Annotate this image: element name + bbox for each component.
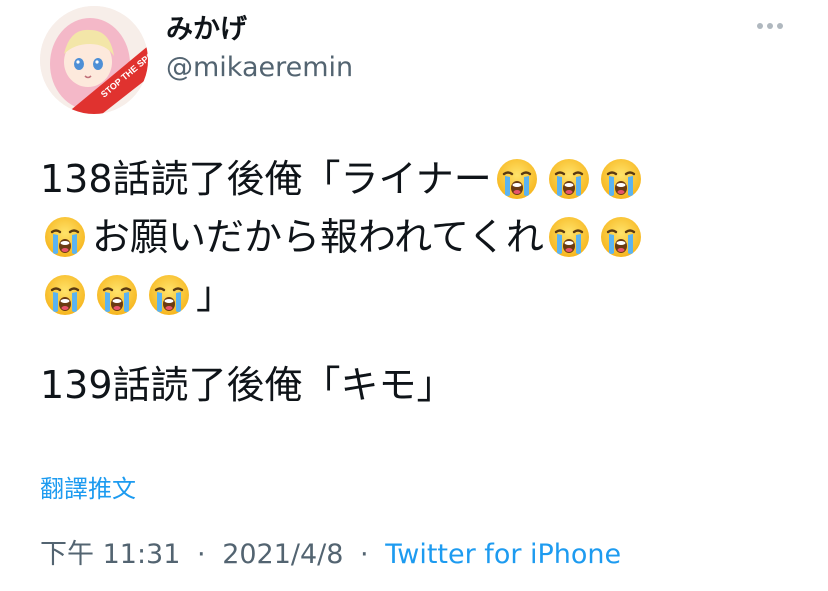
tweet-line-4: 139話読了後俺「キモ」 [40, 356, 780, 414]
avatar[interactable]: STOP THE SPOILERS [40, 6, 148, 114]
display-name[interactable]: みかげ [166, 12, 247, 48]
tweet-meta: 下午 11:31 · 2021/4/8 · Twitter for iPhone [40, 536, 621, 574]
tweet-line-2: お願いだから報われてくれ [40, 208, 780, 266]
meta-separator: · [360, 539, 369, 570]
user-handle[interactable]: @mikaeremin [166, 50, 353, 86]
tweet-date[interactable]: 2021/4/8 [222, 539, 343, 570]
tweet-line-2-text: お願いだから報われてくれ [92, 215, 544, 259]
meta-separator: · [197, 539, 206, 570]
tweet-line-1-text: 138話読了後俺「ライナー [40, 157, 492, 201]
loudly-crying-face-icon [43, 215, 87, 259]
more-dots-icon[interactable] [756, 18, 784, 34]
tweet-line-3: 」 [40, 266, 780, 324]
avatar-image: STOP THE SPOILERS [40, 6, 148, 114]
loudly-crying-face-icon [547, 215, 591, 259]
loudly-crying-face-icon [495, 157, 539, 201]
tweet-source-link[interactable]: Twitter for iPhone [385, 539, 621, 570]
translate-tweet-link[interactable]: 翻譯推文 [40, 472, 136, 506]
tweet-line-3-text: 」 [196, 273, 235, 317]
loudly-crying-face-icon [43, 273, 87, 317]
tweet-line-1: 138話読了後俺「ライナー [40, 150, 780, 208]
loudly-crying-face-icon [599, 157, 643, 201]
tweet-line-4-text: 139話読了後俺「キモ」 [40, 363, 455, 407]
loudly-crying-face-icon [547, 157, 591, 201]
loudly-crying-face-icon [599, 215, 643, 259]
tweet-time[interactable]: 下午 11:31 [40, 539, 180, 570]
loudly-crying-face-icon [95, 273, 139, 317]
loudly-crying-face-icon [147, 273, 191, 317]
tweet-text: 138話読了後俺「ライナー お願いだから報われてくれ 」 139話読了後俺「キモ… [40, 150, 780, 414]
